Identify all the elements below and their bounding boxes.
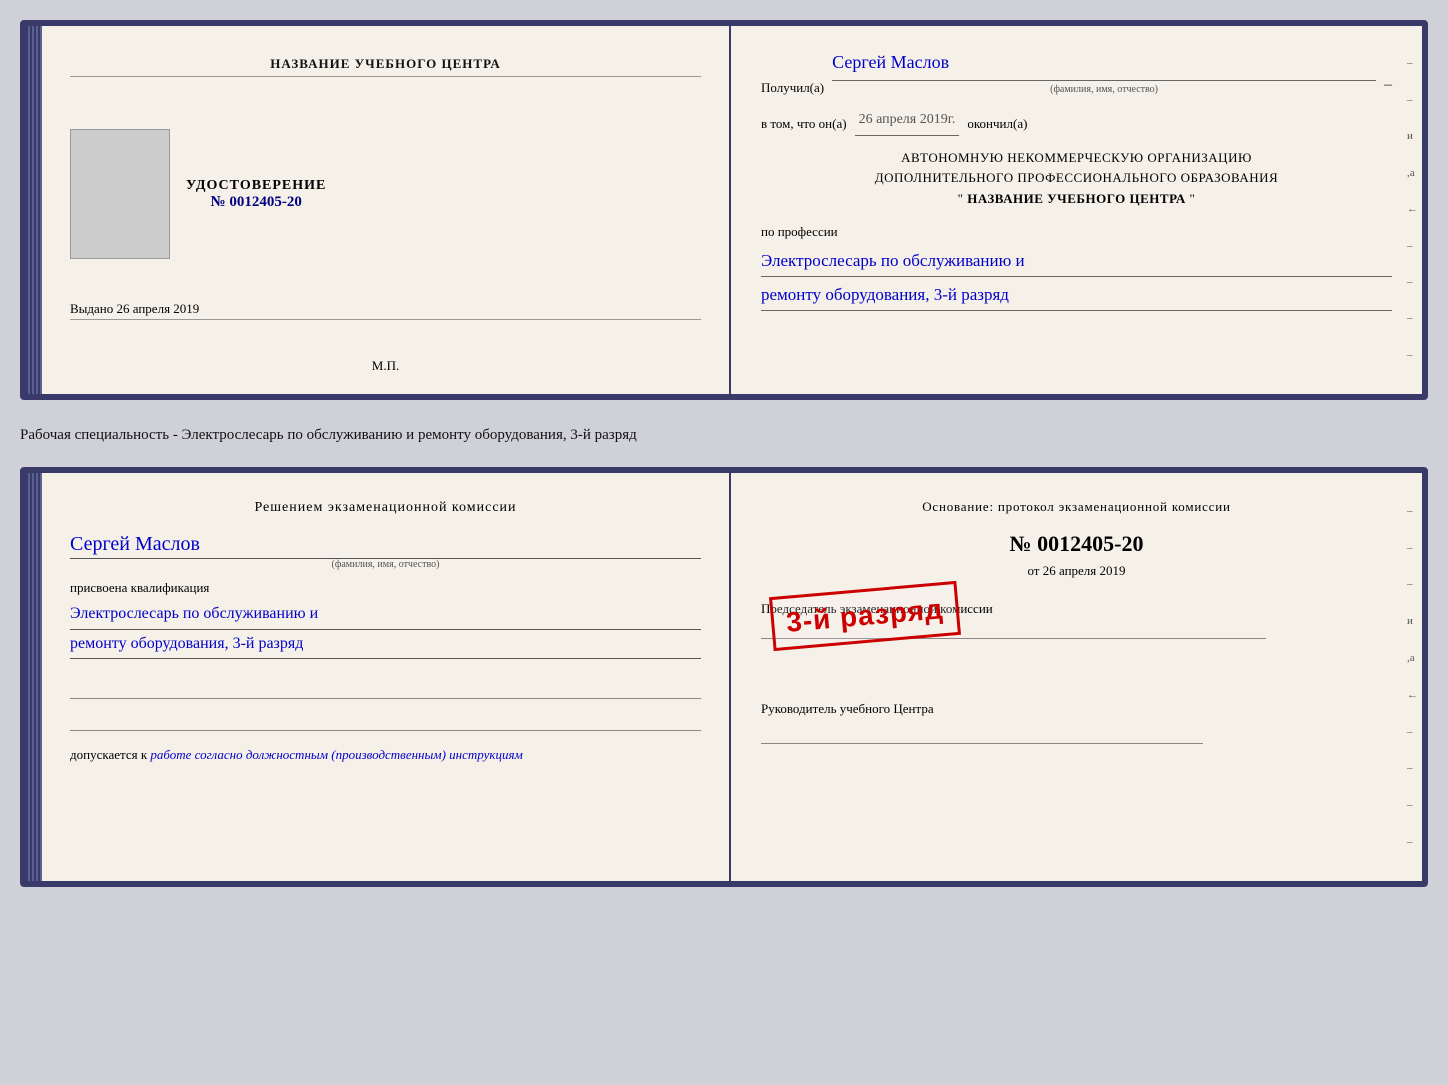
- person-name-block: Сергей Маслов (фамилия, имя, отчество): [70, 533, 701, 570]
- udostoverenie-block: УДОСТОВЕРЕНИЕ № 0012405-20: [186, 178, 326, 211]
- org-line2: ДОПОЛНИТЕЛЬНОГО ПРОФЕССИОНАЛЬНОГО ОБРАЗО…: [761, 168, 1392, 189]
- okonchil-label: окончил(а): [967, 112, 1027, 135]
- vydano-block: Выдано 26 апреля 2019: [70, 301, 701, 320]
- recipient-name: Сергей Маслов: [832, 46, 1376, 81]
- qual-line1: Электрослесарь по обслуживанию и: [70, 600, 701, 630]
- poluchil-line: Получил(а) Сергей Маслов (фамилия, имя, …: [761, 46, 1392, 99]
- top-doc-right: Получил(а) Сергей Маслов (фамилия, имя, …: [731, 26, 1422, 394]
- poluchil-label: Получил(а): [761, 76, 824, 99]
- stamp: 3-й разряд: [769, 581, 961, 651]
- udostoverenie-title: УДОСТОВЕРЕНИЕ: [186, 178, 326, 194]
- qual-line2: ремонту оборудования, 3-й разряд: [70, 630, 701, 660]
- po-professii-block: по профессии Электрослесарь по обслужива…: [761, 220, 1392, 311]
- org-center-name: НАЗВАНИЕ УЧЕБНОГО ЦЕНТРА: [967, 191, 1186, 206]
- org-name-line: " НАЗВАНИЕ УЧЕБНОГО ЦЕНТРА ": [761, 189, 1392, 210]
- mp-label: М.П.: [372, 358, 399, 374]
- bottom-person-name: Сергей Маслов: [70, 533, 701, 559]
- signature-lines-bottom: [70, 679, 701, 731]
- org-block: АВТОНОМНУЮ НЕКОММЕРЧЕСКУЮ ОРГАНИЗАЦИЮ ДО…: [761, 148, 1392, 210]
- profession-line1: Электрослесарь по обслуживанию и: [761, 247, 1392, 277]
- top-doc-left: НАЗВАНИЕ УЧЕБНОГО ЦЕНТРА УДОСТОВЕРЕНИЕ №…: [42, 26, 731, 394]
- org-line1: АВТОНОМНУЮ НЕКОММЕРЧЕСКУЮ ОРГАНИЗАЦИЮ: [761, 148, 1392, 169]
- profession-line2: ремонту оборудования, 3-й разряд: [761, 281, 1392, 311]
- photo-placeholder: [70, 129, 170, 259]
- osnovanie-title: Основание: протокол экзаменационной коми…: [761, 497, 1392, 518]
- ot-date: от 26 апреля 2019: [761, 563, 1392, 579]
- vtom-label: в том, что он(а): [761, 112, 847, 135]
- bottom-document: Решением экзаменационной комиссии Сергей…: [20, 467, 1428, 887]
- rukovoditel-sig-line: [761, 724, 1203, 744]
- bottom-doc-left: Решением экзаменационной комиссии Сергей…: [42, 473, 731, 881]
- vydano-line: Выдано 26 апреля 2019: [70, 301, 701, 320]
- vydano-date: 26 апреля 2019: [117, 301, 200, 316]
- sig-line-1: [70, 679, 701, 699]
- doc-spine-top: [26, 26, 42, 394]
- udostoverenie-number: № 0012405-20: [186, 194, 326, 211]
- prisvoena-label: присвоена квалификация: [70, 580, 701, 596]
- dash-top: –: [1384, 71, 1392, 100]
- predsedatel-block: Председатель экзаменационной комиссии 3-…: [761, 599, 1392, 639]
- sig-line-2: [70, 711, 701, 731]
- right-side-dashes: – – и ,а ← – – – –: [1407, 26, 1418, 394]
- completion-date: 26 апреля 2019г.: [855, 107, 960, 135]
- resheniem-title: Решением экзаменационной комиссии: [70, 497, 701, 519]
- bottom-doc-right: Основание: протокол экзаменационной коми…: [731, 473, 1422, 881]
- dopuskaetsya-block: допускается к работе согласно должностны…: [70, 747, 701, 763]
- doc-spine-bottom: [26, 473, 42, 881]
- top-left-center-label: НАЗВАНИЕ УЧЕБНОГО ЦЕНТРА: [70, 56, 701, 77]
- between-docs-text: Рабочая специальность - Электрослесарь п…: [20, 418, 1428, 449]
- top-document: НАЗВАНИЕ УЧЕБНОГО ЦЕНТРА УДОСТОВЕРЕНИЕ №…: [20, 20, 1428, 400]
- po-professii-label: по профессии: [761, 224, 838, 239]
- protocol-number: № 0012405-20: [761, 531, 1392, 557]
- right-side-dashes-bottom: – – – и ,а ← – – – –: [1407, 473, 1418, 881]
- fio-subtitle-bottom: (фамилия, имя, отчество): [70, 559, 701, 570]
- dopuskaetsya-text: работе согласно должностным (производств…: [150, 747, 522, 762]
- dopuskaetsya-label: допускается к: [70, 747, 147, 762]
- rukovoditel-block: Руководитель учебного Центра: [761, 699, 1392, 745]
- vtom-line: в том, что он(а) 26 апреля 2019г. окончи…: [761, 107, 1392, 135]
- rukovoditel-label: Руководитель учебного Центра: [761, 699, 1392, 719]
- fio-subtitle-top: (фамилия, имя, отчество): [832, 81, 1376, 99]
